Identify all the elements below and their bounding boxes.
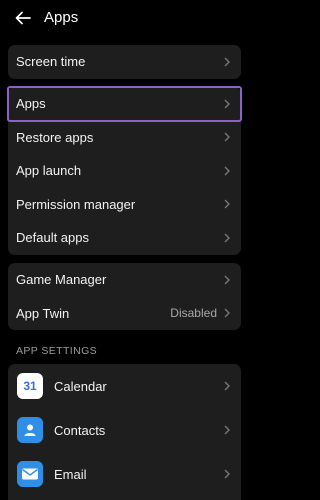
menu-item-app-twin[interactable]: App Twin Disabled [8,297,241,331]
menu-item-app-launch[interactable]: App launch [8,154,241,188]
chevron-right-icon [224,275,230,285]
chevron-right-icon [224,381,230,391]
menu-item-restore-apps[interactable]: Restore apps [8,121,241,155]
menu-item-permission-manager[interactable]: Permission manager [8,188,241,222]
app-twin-status: Disabled [170,306,217,321]
menu-item-label: Restore apps [16,129,94,145]
chevron-right-icon [224,99,230,109]
menu-item-default-apps[interactable]: Default apps [8,221,241,255]
app-item-label: Email [54,466,87,482]
menu-item-screen-time[interactable]: Screen time [8,45,241,79]
menu-item-label: Game Manager [16,272,107,288]
menu-item-label: Default apps [16,230,89,246]
calendar-icon-date: 31 [23,379,37,393]
chevron-right-icon [224,469,230,479]
page-title: Apps [44,9,79,26]
chevron-right-icon [224,425,230,435]
chevron-right-icon [224,308,230,318]
menu-item-game-manager[interactable]: Game Manager [8,263,241,297]
chevron-right-icon [224,132,230,142]
menu-item-label: App Twin [16,305,70,321]
chevron-right-icon [224,233,230,243]
chevron-right-icon [224,57,230,67]
app-item-contacts[interactable]: Contacts [8,408,241,452]
chevron-right-icon [224,199,230,209]
card-game-twin: Game Manager App Twin Disabled [8,263,241,330]
header-bar: Apps [0,0,249,36]
menu-item-label: App launch [16,163,82,179]
app-item-label: Calendar [54,378,107,394]
app-item-calendar[interactable]: 31 Calendar [8,364,241,408]
menu-item-label: Permission manager [16,196,136,212]
email-icon [17,461,43,487]
calendar-icon: 31 [17,373,43,399]
menu-item-apps[interactable]: Apps [7,86,242,122]
card-screen-time: Screen time [8,45,241,79]
menu-item-label: Screen time [16,54,86,70]
section-header-app-settings: APP SETTINGS [16,345,98,357]
app-item-email[interactable]: Email [8,452,241,496]
contacts-icon [17,417,43,443]
app-item-label: Contacts [54,422,106,438]
chevron-right-icon [224,166,230,176]
arrow-left-icon[interactable] [13,8,33,28]
card-app-settings: 31 Calendar Contacts Email [8,364,241,500]
card-apps-management: Apps Restore apps App launch Permission … [7,86,242,255]
menu-item-label: Apps [16,96,46,112]
